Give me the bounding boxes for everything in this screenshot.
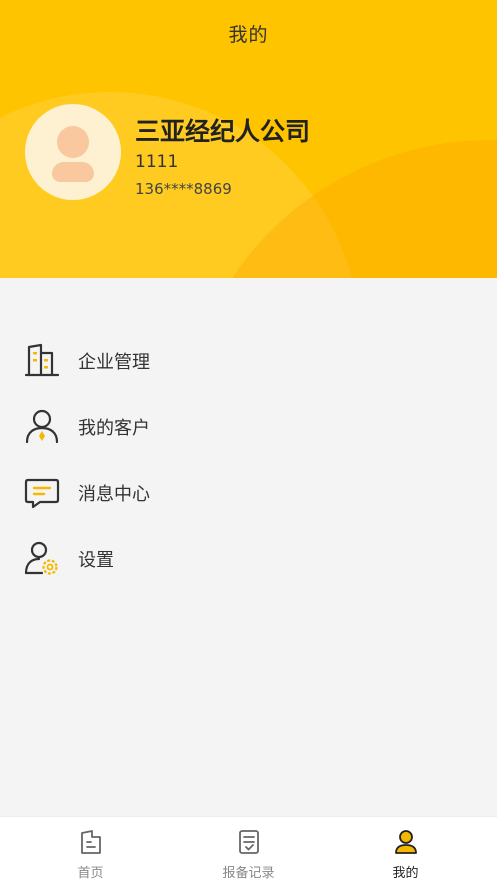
menu-item-label: 企业管理 bbox=[78, 352, 150, 373]
page-title: 我的 bbox=[228, 24, 269, 46]
user-icon bbox=[395, 830, 417, 854]
company-name: 三亚经纪人公司 bbox=[135, 117, 311, 146]
avatar-head bbox=[57, 126, 89, 158]
tab-label: 首页 bbox=[77, 866, 104, 881]
tab-label: 报备记录 bbox=[222, 866, 275, 881]
menu-item-settings[interactable]: 设置 bbox=[0, 526, 497, 592]
settings-icon bbox=[24, 541, 58, 575]
tab-label: 我的 bbox=[392, 866, 419, 881]
user-id: 1111 bbox=[135, 152, 179, 172]
building-icon bbox=[24, 343, 60, 377]
record-icon bbox=[239, 830, 259, 854]
tab-records[interactable]: 报备记录 bbox=[166, 817, 331, 883]
menu-item-label: 我的客户 bbox=[78, 418, 150, 439]
menu-item-message-center[interactable]: 消息中心 bbox=[0, 460, 497, 526]
avatar-body bbox=[52, 162, 94, 182]
menu-list: 企业管理 我的客户 消息中心 设置 bbox=[0, 328, 497, 592]
bottom-tab-bar: 首页 报备记录 我的 bbox=[0, 816, 497, 883]
profile-header: 我的 三亚经纪人公司 1111 136****8869 bbox=[0, 0, 497, 278]
menu-item-company-management[interactable]: 企业管理 bbox=[0, 328, 497, 394]
home-icon bbox=[81, 830, 101, 854]
tab-mine[interactable]: 我的 bbox=[323, 817, 488, 883]
message-icon bbox=[24, 478, 60, 509]
phone-number: 136****8869 bbox=[135, 180, 232, 198]
menu-item-label: 设置 bbox=[78, 550, 114, 571]
tab-home[interactable]: 首页 bbox=[8, 817, 173, 883]
avatar[interactable] bbox=[25, 104, 121, 200]
menu-item-label: 消息中心 bbox=[78, 484, 150, 505]
menu-item-my-customers[interactable]: 我的客户 bbox=[0, 394, 497, 460]
customer-icon bbox=[25, 409, 59, 444]
